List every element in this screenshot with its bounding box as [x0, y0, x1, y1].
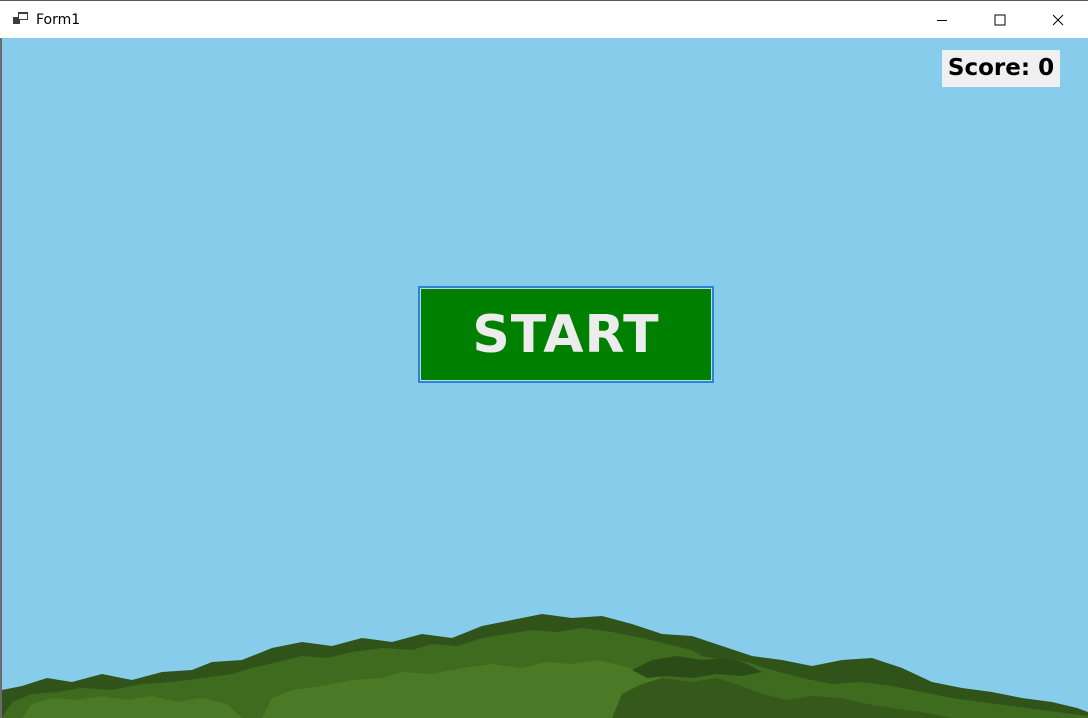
bush-ground-image [2, 614, 1088, 718]
score-label: Score: 0 [942, 50, 1060, 87]
minimize-button[interactable] [913, 1, 971, 38]
game-canvas[interactable]: Score: 0 START [2, 38, 1088, 718]
close-icon [1052, 14, 1064, 25]
title-bar[interactable]: Form1 [0, 0, 1088, 38]
start-button[interactable]: START [418, 286, 714, 383]
close-button[interactable] [1029, 1, 1087, 38]
window-title: Form1 [36, 12, 81, 28]
game-window: Form1 Score: 0 START [0, 0, 1088, 718]
app-window-icon [13, 12, 28, 24]
maximize-icon [994, 14, 1006, 25]
minimize-icon [937, 19, 947, 21]
maximize-button[interactable] [971, 1, 1029, 38]
